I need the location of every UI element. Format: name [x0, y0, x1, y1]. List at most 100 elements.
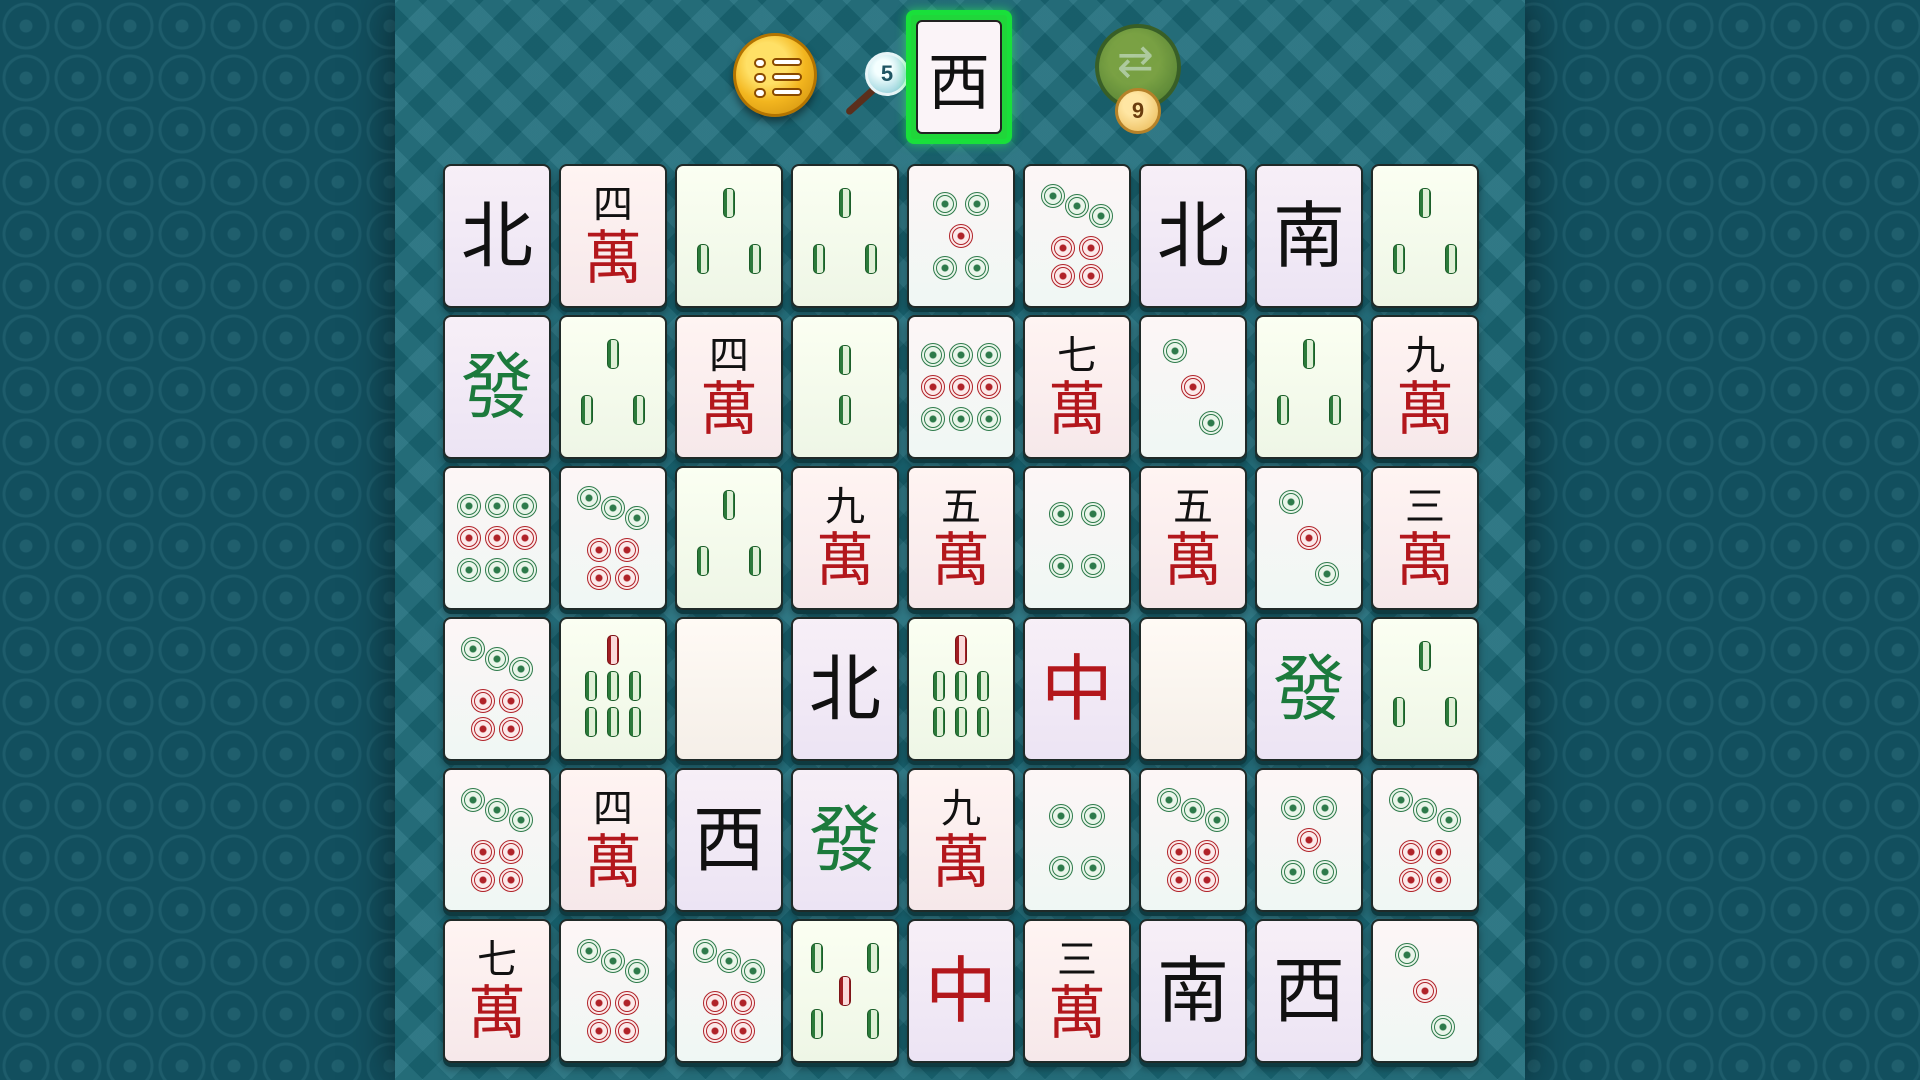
- tile-char[interactable]: 五萬: [1139, 466, 1247, 610]
- tile-char[interactable]: 九萬: [791, 466, 899, 610]
- tile-number-glyph: 七: [1056, 333, 1097, 379]
- tile-dot[interactable]: [907, 164, 1015, 308]
- pip-circle: [457, 526, 481, 550]
- pip-circle: [977, 375, 1001, 399]
- pip-circle: [1413, 979, 1437, 1003]
- character-tile-glyphs: 四萬: [584, 185, 642, 287]
- tile-bam[interactable]: [675, 164, 783, 308]
- pip-circle: [1051, 236, 1075, 260]
- tile-dot[interactable]: [559, 919, 667, 1063]
- tile-char[interactable]: 三萬: [1023, 919, 1131, 1063]
- tile-char[interactable]: 四萬: [559, 768, 667, 912]
- tile-char[interactable]: 九萬: [907, 768, 1015, 912]
- tile-char[interactable]: 四萬: [675, 315, 783, 459]
- tile-dragon[interactable]: 發: [443, 315, 551, 459]
- tile-dot[interactable]: [443, 617, 551, 761]
- tile-bam[interactable]: [791, 164, 899, 308]
- tile-dot[interactable]: [675, 919, 783, 1063]
- tile-char[interactable]: 七萬: [443, 919, 551, 1063]
- circle-pips-icon: [571, 480, 655, 596]
- tile-dragon[interactable]: 中: [1023, 617, 1131, 761]
- pip-circle: [933, 256, 957, 280]
- pip-circle: [1041, 184, 1065, 208]
- tile-glyph: 西: [1272, 949, 1345, 1033]
- circle-pips-icon: [919, 329, 1003, 445]
- tile-glyph: 北: [808, 647, 881, 731]
- circle-pips-icon: [1383, 782, 1467, 898]
- tile-empty[interactable]: [1139, 617, 1247, 761]
- tile-dot[interactable]: [1371, 768, 1479, 912]
- tile-char[interactable]: 九萬: [1371, 315, 1479, 459]
- tile-empty[interactable]: [675, 617, 783, 761]
- tile-wind[interactable]: 西: [1255, 919, 1363, 1063]
- tile-dragon[interactable]: 發: [791, 768, 899, 912]
- tile-wan-glyph: 萬: [583, 828, 642, 896]
- pip-circle: [1389, 788, 1413, 812]
- pip-circle: [965, 256, 989, 280]
- tile-bam[interactable]: [559, 617, 667, 761]
- pip-circle: [461, 788, 485, 812]
- hint-button[interactable]: 5: [844, 52, 915, 122]
- bamboo-stick: [811, 1009, 823, 1039]
- tile-char[interactable]: 五萬: [907, 466, 1015, 610]
- bamboo-stick: [723, 490, 735, 520]
- tile-bam[interactable]: [1371, 617, 1479, 761]
- tile-bam[interactable]: [791, 315, 899, 459]
- tile-wind[interactable]: 北: [443, 164, 551, 308]
- tile-wind[interactable]: 西: [675, 768, 783, 912]
- tile-bam[interactable]: [675, 466, 783, 610]
- bamboo-sticks-icon: [1267, 329, 1351, 445]
- tile-number-glyph: 五: [940, 484, 981, 530]
- bamboo-stick: [607, 635, 619, 665]
- pip-circle: [485, 647, 509, 671]
- tile-bam[interactable]: [907, 617, 1015, 761]
- tile-dot[interactable]: [907, 315, 1015, 459]
- pip-circle: [461, 637, 485, 661]
- pip-circle: [1049, 856, 1073, 880]
- tile-wan-glyph: 萬: [931, 828, 990, 896]
- pip-circle: [1427, 840, 1451, 864]
- pip-circle: [949, 343, 973, 367]
- bamboo-stick: [697, 546, 709, 576]
- tile-dot[interactable]: [1023, 164, 1131, 308]
- tile-dot[interactable]: [1023, 768, 1131, 912]
- tile-bam[interactable]: [559, 315, 667, 459]
- tile-dragon[interactable]: 發: [1255, 617, 1363, 761]
- tile-bam[interactable]: [791, 919, 899, 1063]
- pip-circle: [499, 868, 523, 892]
- tile-dot[interactable]: [1023, 466, 1131, 610]
- pip-circle: [1049, 804, 1073, 828]
- tile-bam[interactable]: [1255, 315, 1363, 459]
- bamboo-stick: [1445, 697, 1457, 727]
- tile-dot[interactable]: [443, 768, 551, 912]
- pip-circle: [1431, 1015, 1455, 1039]
- tile-number-glyph: 九: [940, 786, 981, 832]
- tile-char[interactable]: 三萬: [1371, 466, 1479, 610]
- circle-pips-icon: [571, 933, 655, 1049]
- tile-wind[interactable]: 北: [1139, 164, 1247, 308]
- tile-glyph: 南: [1272, 194, 1345, 278]
- tile-wind[interactable]: 北: [791, 617, 899, 761]
- tile-wind[interactable]: 南: [1255, 164, 1363, 308]
- tile-dragon[interactable]: 中: [907, 919, 1015, 1063]
- bamboo-sticks-icon: [571, 329, 655, 445]
- circle-pips-icon: [1151, 329, 1235, 445]
- circle-pips-icon: [455, 782, 539, 898]
- pip-circle: [1163, 339, 1187, 363]
- tile-wind[interactable]: 南: [1139, 919, 1247, 1063]
- tile-char[interactable]: 七萬: [1023, 315, 1131, 459]
- tile-char[interactable]: 四萬: [559, 164, 667, 308]
- tile-dot[interactable]: [1139, 315, 1247, 459]
- tile-dot[interactable]: [443, 466, 551, 610]
- tile-wan-glyph: 萬: [931, 526, 990, 594]
- tile-dot[interactable]: [1139, 768, 1247, 912]
- tile-bam[interactable]: [1371, 164, 1479, 308]
- tile-dot[interactable]: [1371, 919, 1479, 1063]
- pip-circle: [1049, 502, 1073, 526]
- tile-dot[interactable]: [1255, 768, 1363, 912]
- bamboo-stick: [607, 671, 619, 701]
- tile-dot[interactable]: [559, 466, 667, 610]
- menu-button[interactable]: [733, 33, 817, 117]
- pip-circle: [1313, 860, 1337, 884]
- tile-dot[interactable]: [1255, 466, 1363, 610]
